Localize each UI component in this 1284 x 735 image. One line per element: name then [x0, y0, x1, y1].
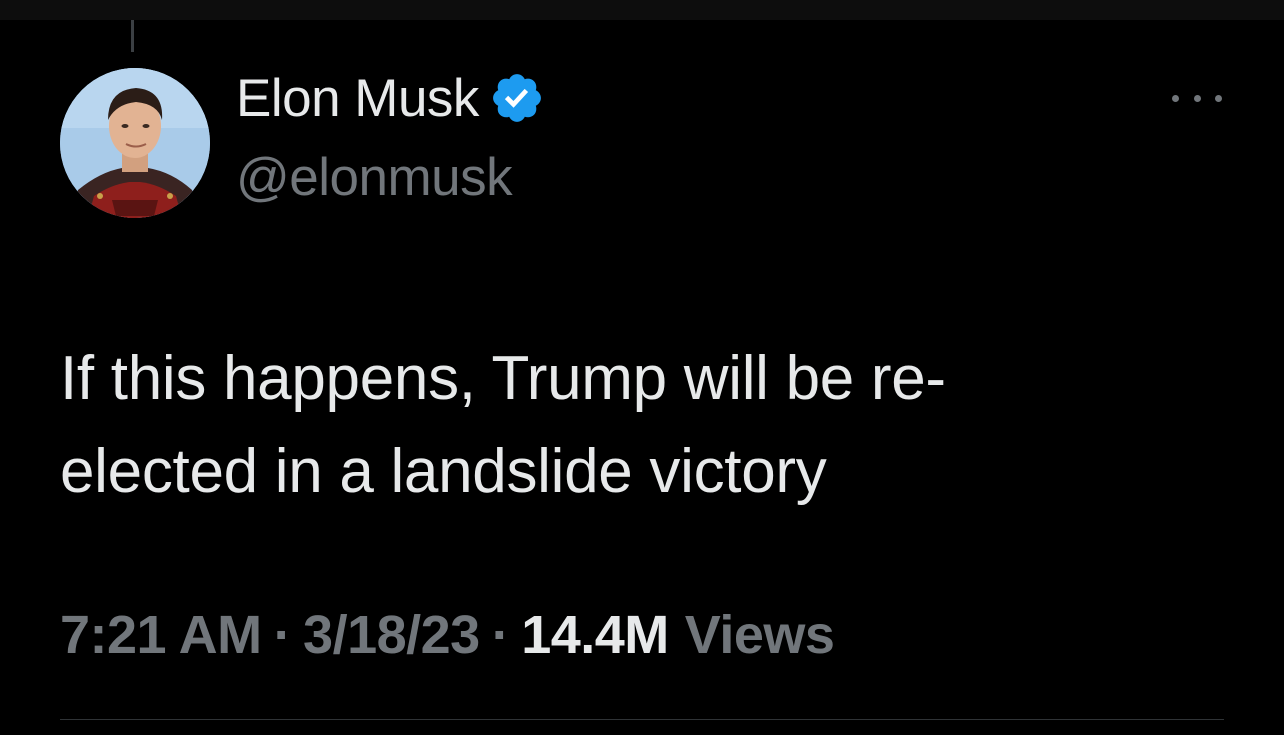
tweet-date[interactable]: 3/18/23 — [303, 604, 480, 666]
author-name-row[interactable]: Elon Musk — [236, 66, 545, 130]
display-name[interactable]: Elon Musk — [236, 68, 479, 129]
tweet-text-line: elected in a landslide victory — [60, 437, 827, 506]
views-count: 14.4M — [521, 605, 669, 665]
more-dot — [1215, 94, 1222, 102]
verified-badge-icon[interactable] — [489, 70, 545, 126]
meta-separator: · — [273, 605, 292, 665]
tweet-text-line: If this happens, Trump will be re- — [60, 344, 946, 413]
views-link[interactable]: 14.4M Views — [521, 604, 835, 666]
thread-connector-line — [131, 20, 134, 52]
top-bar — [0, 0, 1284, 20]
tweet-text: If this happens, Trump will be re- elect… — [60, 332, 1160, 518]
author-handle[interactable]: @elonmusk — [236, 147, 513, 208]
views-label: Views — [684, 605, 835, 665]
meta-separator: · — [491, 605, 510, 665]
more-dot — [1193, 94, 1201, 102]
tweet-metadata: 7:21 AM · 3/18/23 · 14.4M Views — [60, 600, 835, 670]
more-options-icon[interactable] — [1172, 86, 1222, 110]
profile-photo — [60, 68, 210, 218]
more-dot — [1172, 94, 1179, 102]
avatar[interactable] — [60, 68, 210, 218]
divider — [60, 719, 1224, 720]
tweet-time[interactable]: 7:21 AM — [60, 604, 262, 666]
